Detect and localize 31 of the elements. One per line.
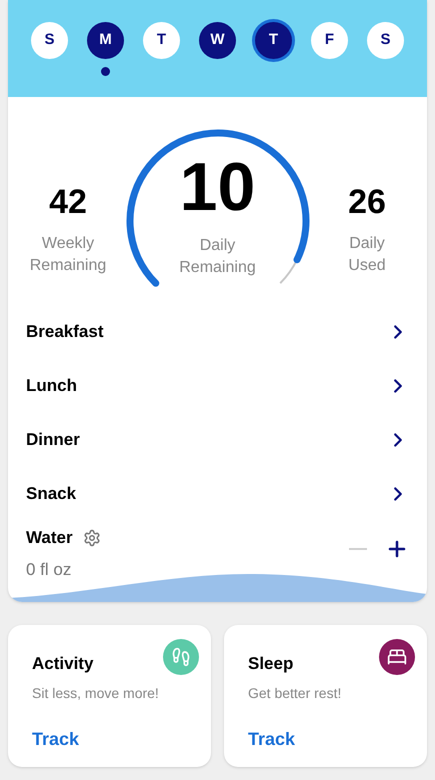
card-title: Sleep xyxy=(248,653,294,675)
card-subtitle: Sit less, move more! xyxy=(32,684,160,702)
meal-row[interactable]: Snack xyxy=(26,467,409,521)
minus-icon xyxy=(349,548,367,550)
track-link[interactable]: Track xyxy=(248,726,296,753)
meal-label: Lunch xyxy=(26,375,77,398)
meal-label: Breakfast xyxy=(26,321,104,344)
day-button[interactable]: T xyxy=(143,22,180,59)
meal-label: Snack xyxy=(26,483,76,506)
stat-label: Weekly Remaining xyxy=(28,234,108,276)
day-button[interactable]: S xyxy=(31,22,68,59)
stat-value: 26 xyxy=(348,185,386,219)
stat-label: Daily Used xyxy=(347,234,387,276)
day-button[interactable]: W xyxy=(199,22,236,59)
card-title: Activity xyxy=(32,653,94,675)
day-button[interactable]: T xyxy=(255,22,292,59)
meal-row[interactable]: Breakfast xyxy=(26,305,409,359)
water-amount: 0 fl oz xyxy=(26,558,72,580)
settings-icon[interactable] xyxy=(82,528,101,547)
day-button[interactable]: M xyxy=(87,22,124,59)
meal-row[interactable]: Dinner xyxy=(26,413,409,467)
card-subtitle: Get better rest! xyxy=(248,684,342,702)
stat-value: 42 xyxy=(49,185,87,219)
stat-label: Daily Remaining xyxy=(178,236,257,278)
meal-label: Dinner xyxy=(26,429,80,452)
day-button[interactable]: S xyxy=(367,22,404,59)
meal-row[interactable]: Lunch xyxy=(26,359,409,413)
stat-value: 10 xyxy=(180,153,256,221)
water-label: Water xyxy=(26,527,73,549)
track-link[interactable]: Track xyxy=(32,726,80,753)
day-button[interactable]: F xyxy=(311,22,348,59)
